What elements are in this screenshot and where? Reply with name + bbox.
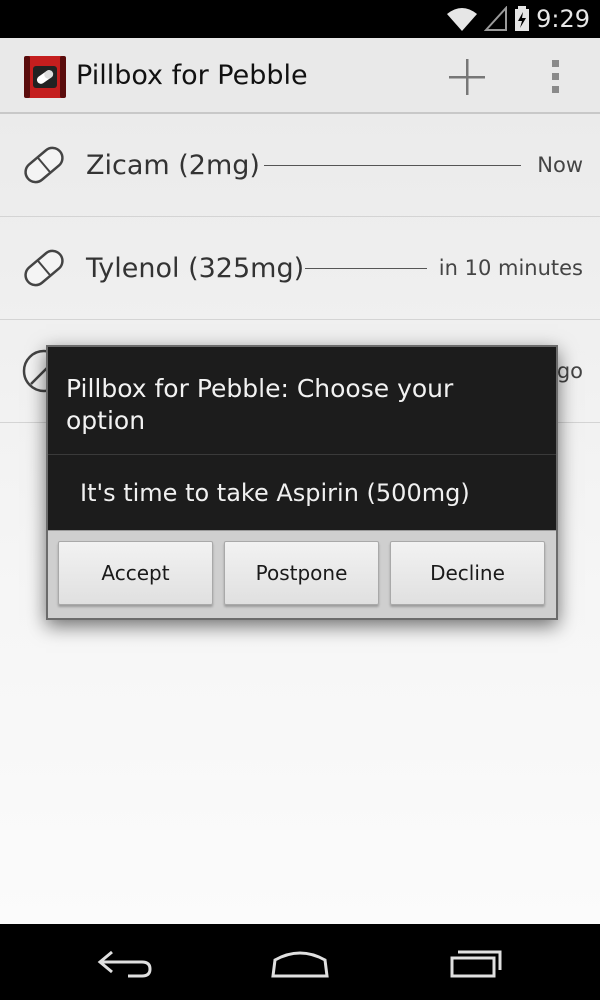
cell-signal-icon xyxy=(484,6,508,31)
recent-apps-icon[interactable] xyxy=(440,942,510,982)
medication-name: Tylenol (325mg) xyxy=(86,253,305,284)
overflow-menu-icon[interactable] xyxy=(540,52,570,102)
action-bar: Pillbox for Pebble xyxy=(0,38,600,114)
dialog-title: Pillbox for Pebble: Choose your option xyxy=(66,374,454,435)
battery-charging-icon xyxy=(515,6,530,31)
medication-name: Zicam (2mg) xyxy=(86,150,260,181)
medication-time: in 10 minutes xyxy=(438,256,583,280)
list-item[interactable]: Zicam (2mg) Now xyxy=(0,114,600,217)
app-title: Pillbox for Pebble xyxy=(76,60,308,91)
status-bar: 9:29 xyxy=(0,0,600,38)
back-icon[interactable] xyxy=(90,942,160,982)
status-icons: 9:29 xyxy=(446,0,590,38)
timeline-divider xyxy=(264,165,521,166)
home-icon[interactable] xyxy=(265,942,335,982)
pillbox-app-icon[interactable] xyxy=(22,54,68,100)
dialog-button-bar: Accept Postpone Decline xyxy=(48,530,556,618)
postpone-button[interactable]: Postpone xyxy=(224,541,379,605)
decline-button[interactable]: Decline xyxy=(390,541,545,605)
dialog-message: It's time to take Aspirin (500mg) xyxy=(80,479,470,507)
medication-time: Now xyxy=(537,153,583,177)
pill-icon xyxy=(24,249,64,287)
accept-button[interactable]: Accept xyxy=(58,541,213,605)
wifi-icon xyxy=(447,8,478,31)
reminder-dialog: Pillbox for Pebble: Choose your option I… xyxy=(46,345,558,620)
add-icon[interactable] xyxy=(442,52,492,102)
status-time: 9:29 xyxy=(536,5,590,33)
list-item[interactable]: Tylenol (325mg) in 10 minutes xyxy=(0,217,600,320)
navigation-bar xyxy=(0,924,600,1000)
pill-icon xyxy=(24,146,64,184)
timeline-divider xyxy=(305,268,427,269)
